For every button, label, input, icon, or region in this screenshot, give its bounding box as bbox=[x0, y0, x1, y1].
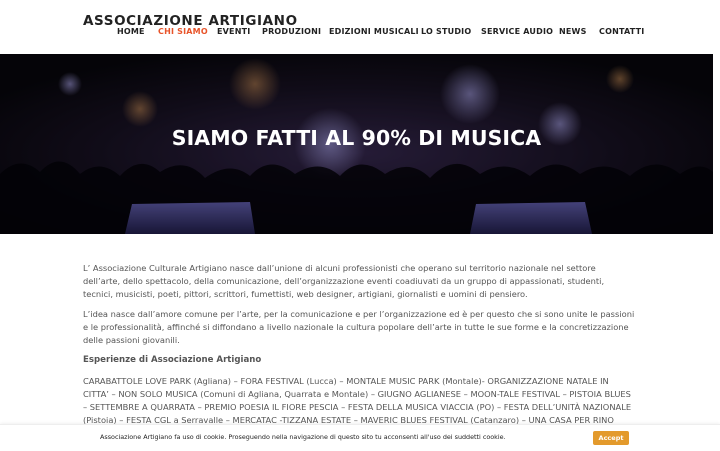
nav-item-chi-siamo[interactable]: CHI SIAMO bbox=[158, 27, 208, 36]
nav-item-contatti[interactable]: CONTATTI bbox=[599, 27, 644, 36]
nav-item-service-audio[interactable]: SERVICE AUDIO bbox=[481, 27, 553, 36]
intro-paragraph: L’ Associazione Culturale Artigiano nasc… bbox=[83, 263, 605, 299]
nav-item-edizioni-musicali[interactable]: EDIZIONI MUSICALI bbox=[329, 27, 419, 36]
main-content: L’ Associazione Culturale Artigiano nasc… bbox=[83, 262, 635, 447]
nav-item-home[interactable]: HOME bbox=[117, 27, 145, 36]
main-nav: HOME CHI SIAMO EVENTI PRODUZIONI EDIZION… bbox=[0, 27, 720, 41]
idea-paragraph: L’idea nasce dall’amore comune per l’art… bbox=[83, 309, 635, 345]
cookie-notice-text: Associazione Artigiano fa uso di cookie.… bbox=[100, 433, 506, 441]
cookie-banner: Associazione Artigiano fa uso di cookie.… bbox=[0, 424, 720, 451]
nav-item-lo-studio[interactable]: LO STUDIO bbox=[421, 27, 471, 36]
page-title: SIAMO FATTI AL 90% DI MUSICA bbox=[171, 126, 542, 150]
site-header: ASSOCIAZIONE ARTIGIANO HOME CHI SIAMO EV… bbox=[0, 0, 720, 54]
nav-item-eventi[interactable]: EVENTI bbox=[217, 27, 250, 36]
hero-banner: SIAMO FATTI AL 90% DI MUSICA bbox=[0, 54, 713, 234]
cookie-accept-button[interactable]: Accept bbox=[593, 431, 629, 445]
nav-item-news[interactable]: NEWS bbox=[559, 27, 587, 36]
experiences-heading: Esperienze di Associazione Artigiano bbox=[83, 355, 262, 365]
nav-item-produzioni[interactable]: PRODUZIONI bbox=[262, 27, 321, 36]
